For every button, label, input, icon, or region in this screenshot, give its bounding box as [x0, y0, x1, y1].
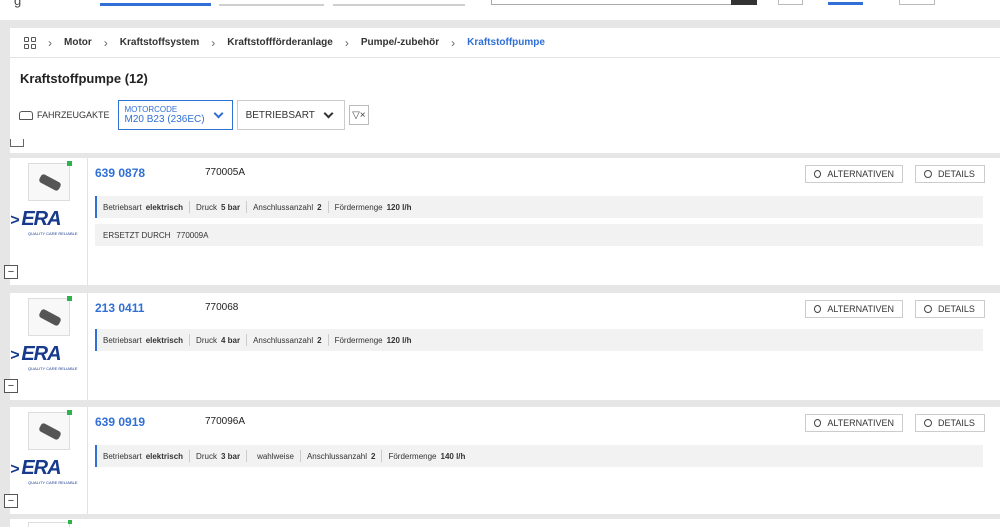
- breadcrumb: › Motor › Kraftstoffsystem › Kraftstofff…: [10, 28, 1000, 58]
- alternativen-button[interactable]: ALTERNATIVEN: [805, 165, 903, 183]
- alternativen-button[interactable]: ALTERNATIVEN: [805, 414, 903, 432]
- next-card-stub: [10, 519, 1000, 527]
- details-button[interactable]: DETAILS: [915, 300, 985, 318]
- header-link[interactable]: [828, 0, 863, 5]
- betriebsart-label: BETRIEBSART: [245, 109, 315, 121]
- details-button[interactable]: DETAILS: [915, 165, 985, 183]
- car-icon: [19, 110, 33, 120]
- header-tab[interactable]: [333, 0, 465, 6]
- filter-bar: FAHRZEUGAKTE MOTORCODE M20 B23 (236EC) B…: [19, 100, 369, 130]
- top-header: g: [0, 0, 1000, 20]
- article-card: > ERA QUALITY CARE RELIABLE − 639 0878 770…: [4, 158, 1000, 285]
- motorcode-filter[interactable]: MOTORCODE M20 B23 (236EC): [117, 100, 233, 130]
- availability-dot: [67, 410, 72, 415]
- motorcode-label: MOTORCODE: [124, 104, 178, 114]
- product-image[interactable]: [28, 296, 72, 336]
- breadcrumb-item[interactable]: Kraftstoffförderanlage: [227, 37, 333, 48]
- header-icon-button[interactable]: [778, 0, 803, 5]
- betriebsart-filter[interactable]: BETRIEBSART: [236, 100, 345, 130]
- collapse-button[interactable]: −: [4, 265, 18, 279]
- details-button[interactable]: DETAILS: [915, 414, 985, 432]
- header-search-button[interactable]: [731, 0, 757, 5]
- collapse-button[interactable]: −: [4, 494, 18, 508]
- product-image[interactable]: [28, 161, 72, 201]
- ersetzt-label: ERSETZT DURCH: [103, 230, 171, 240]
- grid-icon[interactable]: [24, 36, 36, 49]
- swap-icon: [814, 305, 822, 313]
- availability-dot: [67, 161, 72, 166]
- previous-card-stub: [10, 139, 1000, 151]
- ersetzt-value[interactable]: 770009A: [176, 231, 208, 240]
- fahrzeugakte-button[interactable]: FAHRZEUGAKTE: [19, 110, 110, 120]
- era-logo: > ERA QUALITY CARE RELIABLE: [10, 208, 78, 236]
- fahrzeugakte-label: FAHRZEUGAKTE: [37, 110, 110, 120]
- attribute-row: Betriebsart elektrisch Druck 4 bar Anschlu…: [95, 329, 983, 351]
- replacement-row: ERSETZT DURCH 770009A: [95, 224, 983, 246]
- search-icon: [924, 170, 932, 178]
- product-image[interactable]: [28, 522, 70, 527]
- header-search-input[interactable]: [491, 0, 757, 5]
- product-image[interactable]: [28, 410, 72, 450]
- search-icon: [924, 419, 932, 427]
- era-logo: > ERA QUALITY CARE RELIABLE: [10, 343, 78, 371]
- page-title: Kraftstoffpumpe (12): [20, 71, 148, 86]
- availability-dot: [67, 296, 72, 301]
- attribute-row: Betriebsart elektrisch Druck 3 bar wahlwei…: [95, 445, 983, 467]
- article-card: > ERA QUALITY CARE RELIABLE − 639 0919 770…: [4, 407, 1000, 514]
- breadcrumb-item[interactable]: Motor: [64, 37, 92, 48]
- reference-number: 770096A: [205, 416, 246, 427]
- results-header-panel: › Motor › Kraftstoffsystem › Kraftstofff…: [10, 28, 1000, 153]
- header-tab[interactable]: [219, 0, 324, 6]
- chevron-down-icon: [213, 108, 224, 118]
- alternativen-button[interactable]: ALTERNATIVEN: [805, 300, 903, 318]
- header-truncated-text: g: [14, 0, 22, 8]
- search-icon: [924, 305, 932, 313]
- collapse-button[interactable]: [10, 139, 24, 147]
- motorcode-value: M20 B23 (236EC): [124, 113, 205, 125]
- header-tab-active[interactable]: [100, 0, 211, 6]
- era-logo: > ERA QUALITY CARE RELIABLE: [10, 457, 78, 485]
- swap-icon: [814, 170, 822, 178]
- reference-number: 770005A: [205, 167, 246, 178]
- article-number[interactable]: 213 0411: [95, 301, 144, 315]
- breadcrumb-item[interactable]: Pumpe/-zubehör: [361, 37, 439, 48]
- collapse-button[interactable]: −: [4, 379, 18, 393]
- header-icon-button[interactable]: [899, 0, 935, 5]
- swap-icon: [814, 419, 822, 427]
- article-number[interactable]: 639 0878: [95, 166, 145, 180]
- clear-filter-icon[interactable]: ▽×: [348, 105, 369, 125]
- availability-dot: [68, 520, 72, 524]
- breadcrumb-current: Kraftstoffpumpe: [467, 37, 545, 48]
- chevron-down-icon: [323, 108, 334, 118]
- article-card: > ERA QUALITY CARE RELIABLE − 213 0411 770…: [4, 293, 1000, 400]
- breadcrumb-item[interactable]: Kraftstoffsystem: [120, 37, 199, 48]
- attribute-row: Betriebsart elektrisch Druck 5 bar Anschlu…: [95, 196, 983, 218]
- article-number[interactable]: 639 0919: [95, 415, 145, 429]
- reference-number: 770068: [205, 302, 239, 313]
